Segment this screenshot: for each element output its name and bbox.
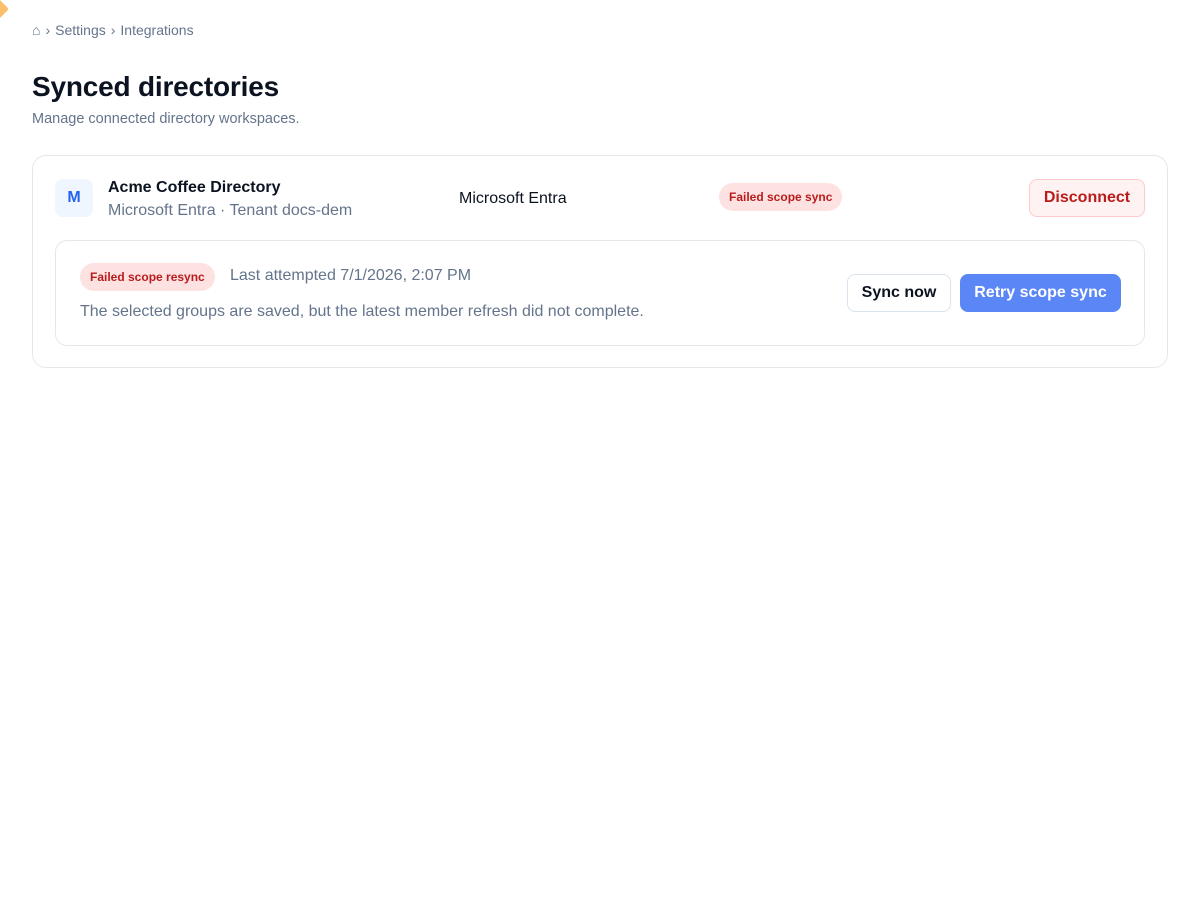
page-title: Synced directories [32, 71, 279, 102]
directory-name: Acme Coffee Directory [108, 179, 281, 196]
directory-provider: Microsoft Entra [459, 190, 567, 207]
breadcrumb: ⌂ › Settings › Integrations [32, 22, 194, 38]
home-icon[interactable]: ⌂ [32, 22, 40, 38]
alert-status-badge: Failed scope resync [80, 263, 215, 291]
provider-avatar: M [55, 179, 93, 217]
breadcrumb-item-settings[interactable]: Settings [55, 22, 106, 38]
corner-accent [0, 0, 9, 19]
breadcrumb-separator-icon: › [110, 22, 116, 38]
directory-meta: Microsoft Entra · Tenant docs-dem [108, 202, 353, 219]
directory-card: M Acme Coffee Directory Microsoft Entra … [32, 155, 1168, 368]
retry-scope-sync-button[interactable]: Retry scope sync [960, 274, 1121, 312]
directory-row: M Acme Coffee Directory Microsoft Entra … [55, 179, 1145, 221]
breadcrumb-item-integrations[interactable]: Integrations [120, 22, 193, 38]
page-subtitle: Manage connected directory workspaces. [32, 111, 300, 127]
sync-now-button[interactable]: Sync now [847, 274, 951, 312]
breadcrumb-separator-icon: › [45, 22, 51, 38]
status-badge: Failed scope sync [719, 183, 843, 211]
disconnect-button[interactable]: Disconnect [1029, 179, 1145, 217]
sync-alert-panel: Failed scope resync Last attempted 7/1/2… [55, 240, 1145, 346]
alert-message: The selected groups are saved, but the l… [80, 303, 644, 320]
last-attempted-text: Last attempted 7/1/2026, 2:07 PM [230, 267, 472, 284]
